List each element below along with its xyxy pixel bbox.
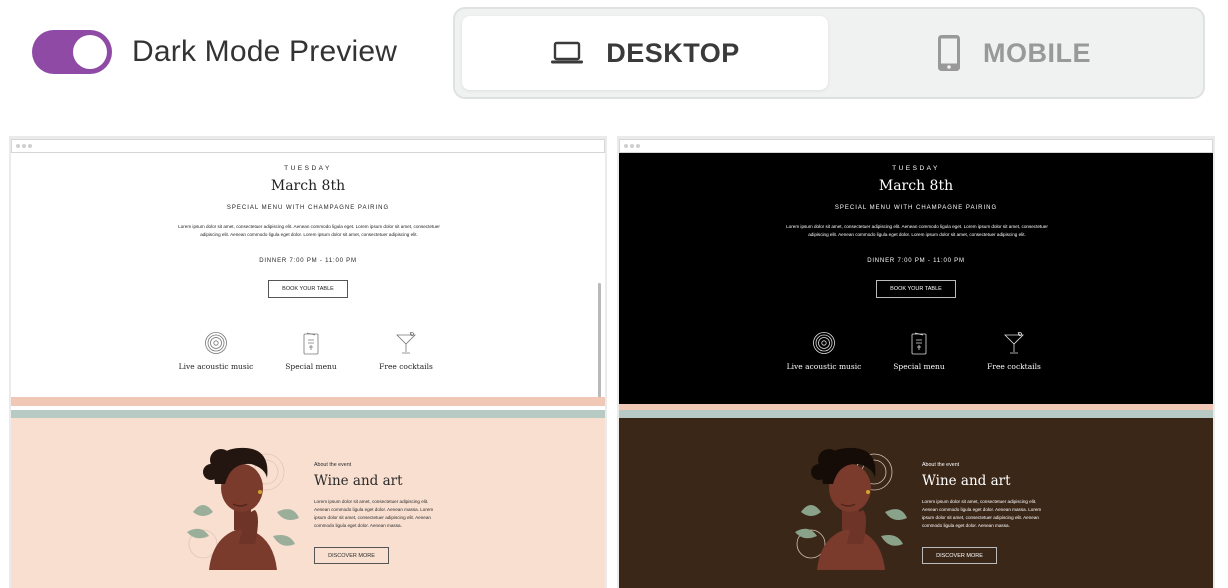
event-subtitle: SPECIAL MENU WITH CHAMPAGNE PAIRING xyxy=(834,205,998,211)
about-eyebrow: About the event xyxy=(922,462,960,468)
email-hero: TUESDAY March 8th SPECIAL MENU WITH CHAM… xyxy=(619,153,1213,397)
dark-mode-toggle[interactable] xyxy=(32,30,112,74)
dark-mode-preview: TUESDAY March 8th SPECIAL MENU WITH CHAM… xyxy=(617,136,1215,588)
event-day: TUESDAY xyxy=(892,165,940,172)
mobile-view-label: MOBILE xyxy=(983,37,1091,68)
dark-mode-toggle-row: Dark Mode Preview xyxy=(32,28,397,76)
vinyl-record-icon xyxy=(813,332,835,354)
discover-more-button[interactable]: DISCOVER MORE xyxy=(922,547,997,564)
about-title: Wine and art xyxy=(314,473,403,489)
feature-list: Live acoustic music Special menu Free co… xyxy=(779,331,1059,381)
feature-item: Live acoustic music xyxy=(171,331,261,371)
event-date: March 8th xyxy=(270,178,346,194)
event-time: DINNER 7:00 PM - 11:00 PM xyxy=(259,258,357,264)
feature-label: Special menu xyxy=(285,362,337,371)
desktop-view-button[interactable]: DESKTOP xyxy=(462,16,828,90)
menu-card-icon xyxy=(303,332,319,355)
woman-illustration xyxy=(795,447,907,570)
woman-illustration xyxy=(187,447,299,570)
dark-mode-label: Dark Mode Preview xyxy=(132,35,398,68)
about-section: About the event Wine and art Lorem ipsum… xyxy=(619,418,1213,588)
feature-list: Live acoustic music Special menu Free co… xyxy=(171,331,451,381)
feature-item: Free cocktails xyxy=(969,331,1059,371)
about-eyebrow: About the event xyxy=(314,462,352,468)
feature-item: Live acoustic music xyxy=(779,331,869,371)
divider-stripe-sage xyxy=(11,410,605,418)
desktop-view-label: DESKTOP xyxy=(606,37,740,68)
event-subtitle: SPECIAL MENU WITH CHAMPAGNE PAIRING xyxy=(226,205,390,211)
book-table-button[interactable]: BOOK YOUR TABLE xyxy=(876,280,956,298)
discover-more-button[interactable]: DISCOVER MORE xyxy=(314,547,389,564)
mobile-view-button[interactable]: MOBILE xyxy=(831,16,1197,90)
about-description: Lorem ipsum dolor sit amet, consectetuer… xyxy=(314,499,434,528)
feature-label: Live acoustic music xyxy=(786,362,862,371)
feature-item: Special menu xyxy=(266,331,356,371)
book-table-button[interactable]: BOOK YOUR TABLE xyxy=(268,280,348,298)
vinyl-record-icon xyxy=(205,332,227,354)
cocktail-glass-icon xyxy=(1004,331,1024,354)
menu-card-icon xyxy=(911,332,927,355)
feature-label: Free cocktails xyxy=(987,362,1041,371)
feature-label: Live acoustic music xyxy=(178,362,254,371)
email-hero: TUESDAY March 8th SPECIAL MENU WITH CHAM… xyxy=(11,153,605,408)
laptop-icon xyxy=(551,41,584,64)
event-description: Lorem ipsum dolor sit amet, consectetuer… xyxy=(786,224,1048,237)
light-mode-preview: TUESDAY March 8th SPECIAL MENU WITH CHAM… xyxy=(9,136,607,588)
feature-item: Special menu xyxy=(874,331,964,371)
divider-stripe-peach xyxy=(11,397,605,406)
phone-icon xyxy=(938,35,960,71)
feature-label: Free cocktails xyxy=(379,362,433,371)
browser-chrome xyxy=(619,139,1213,153)
about-section: About the event Wine and art Lorem ipsum… xyxy=(11,418,605,588)
toggle-knob xyxy=(73,35,107,69)
event-date: March 8th xyxy=(878,178,954,194)
feature-label: Special menu xyxy=(893,362,945,371)
scrollbar[interactable] xyxy=(598,283,601,408)
about-title: Wine and art xyxy=(922,473,1011,489)
about-description: Lorem ipsum dolor sit amet, consectetuer… xyxy=(922,499,1042,528)
feature-item: Free cocktails xyxy=(361,331,451,371)
event-day: TUESDAY xyxy=(284,165,332,172)
cocktail-glass-icon xyxy=(396,331,416,354)
view-switcher: DESKTOP MOBILE xyxy=(453,7,1205,99)
event-description: Lorem ipsum dolor sit amet, consectetuer… xyxy=(178,224,440,237)
event-time: DINNER 7:00 PM - 11:00 PM xyxy=(867,258,965,264)
browser-chrome xyxy=(11,139,605,153)
